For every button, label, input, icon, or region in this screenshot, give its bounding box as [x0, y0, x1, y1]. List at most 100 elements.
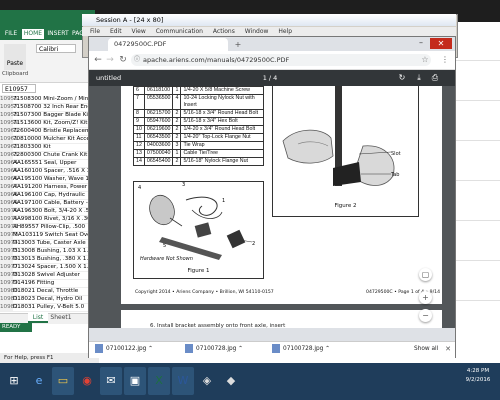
row-number[interactable]: 10963 — [0, 151, 18, 159]
cell-value[interactable]: 71803300 Kit — [13, 144, 51, 150]
cell-value[interactable]: D18031 Pulley, V-Belt 5.0 — [13, 304, 84, 310]
row-number[interactable]: 10980 — [0, 287, 18, 295]
system-clock[interactable]: 4:28 PM 9/2/2016 — [458, 367, 498, 395]
cell-value[interactable]: D13003 Tube, Caster Axle — [13, 240, 86, 246]
cell-value[interactable]: AA197100 Cable, Battery - 2 — [13, 200, 93, 206]
zoom-out-icon[interactable]: − — [419, 309, 432, 322]
page-info-icon[interactable]: ⓘ — [134, 56, 141, 64]
row-number[interactable]: 10970 — [0, 207, 18, 215]
cell-value[interactable]: D14196 Fitting — [13, 280, 54, 286]
session-menu-communication[interactable]: Communication — [156, 28, 203, 35]
row-number[interactable]: 10976 — [0, 255, 18, 263]
cell-value[interactable]: AA160100 Spacer, .516 X 1.5 — [13, 168, 95, 174]
row-number[interactable]: 10965 — [0, 167, 18, 175]
rotate-icon[interactable]: ↻ — [395, 70, 409, 86]
excel-tab-home[interactable]: HOME — [22, 29, 44, 39]
row-number[interactable]: 10960 — [0, 127, 18, 135]
cell-value[interactable]: MA103119 Switch Seat Over — [13, 232, 93, 238]
cell-value[interactable]: 71508700 32 Inch Rear Engine — [13, 104, 95, 110]
row-number[interactable]: 10969 — [0, 199, 18, 207]
row-number[interactable]: 10956 — [0, 95, 18, 103]
outlook-icon[interactable]: ✉ — [100, 367, 122, 395]
cell-value[interactable]: AA191200 Harness, Power C — [13, 184, 93, 190]
cell-value[interactable]: D13024 Spacer, 1.500 X 1. — [13, 264, 89, 270]
app-icon[interactable]: ◆ — [220, 367, 242, 395]
back-arrow-icon[interactable]: ← — [92, 54, 104, 66]
row-number[interactable]: 10982 — [0, 303, 18, 311]
cell-value[interactable]: 72600400 Bristle Replacement — [13, 128, 95, 134]
minimize-icon[interactable]: – — [415, 38, 427, 48]
close-shelf-icon[interactable]: ✕ — [443, 343, 453, 355]
row-number[interactable]: 10966 — [0, 175, 18, 183]
start-button-icon[interactable]: ⊞ — [3, 367, 25, 395]
download-item[interactable]: 07100122.jpg ⌃ — [95, 343, 153, 355]
cell-value[interactable]: D13013 Bushing, .380 X 1. — [13, 256, 88, 262]
row-number[interactable]: 10968 — [0, 191, 18, 199]
row-number[interactable]: 10961 — [0, 135, 18, 143]
excel-tab-file[interactable]: FILE — [2, 29, 20, 39]
cell-value[interactable]: AA196100 Cap, Hydraulic — [13, 192, 85, 198]
session-menu-edit[interactable]: Edit — [110, 28, 122, 35]
bookmark-star-icon[interactable]: ☆ — [420, 54, 430, 66]
terminal-icon[interactable]: ▣ — [124, 367, 146, 395]
spreadsheet-row[interactable]: 10982D18031 Pulley, V-Belt 5.0 — [0, 303, 95, 312]
session-menu-window[interactable]: Window — [245, 28, 269, 35]
cell-value[interactable]: AA998100 Rivet, 3/16 X .300 — [13, 216, 94, 222]
cell-value[interactable]: AA196300 Bolt, 3/4-20 X .50 — [13, 208, 93, 214]
row-number[interactable]: 10957 — [0, 103, 18, 111]
row-number[interactable]: 10975 — [0, 247, 18, 255]
cell-value[interactable]: AA165551 Seal, Upper — [13, 160, 76, 166]
row-number[interactable]: 10967 — [0, 183, 18, 191]
cell-value[interactable]: 72800300 Chute Crank Kit — [13, 152, 87, 158]
name-box[interactable]: E10957 — [2, 84, 36, 93]
session-menu-file[interactable]: File — [90, 28, 100, 35]
row-number[interactable]: 10973 — [0, 231, 18, 239]
reload-icon[interactable]: ↻ — [117, 54, 129, 66]
pdf-page-indicator[interactable]: 1 / 4 — [255, 70, 285, 86]
forward-arrow-icon[interactable]: → — [104, 54, 116, 66]
download-item[interactable]: 07100728.jpg ⌃ — [185, 343, 243, 355]
app-icon[interactable]: ◈ — [196, 367, 218, 395]
sheet-tab-sheet1[interactable]: Sheet1 — [50, 313, 72, 323]
row-number[interactable]: 10972 — [0, 223, 18, 231]
excel-taskbar-icon[interactable]: X — [148, 367, 170, 395]
sheet-tab-list[interactable]: List — [28, 313, 48, 323]
address-bar[interactable]: apache.ariens.com/manuals/04729500C.PDF — [131, 54, 431, 66]
cell-value[interactable]: D13028 Swivel Adjuster — [13, 272, 80, 278]
word-taskbar-icon[interactable]: W — [172, 367, 194, 395]
cell-value[interactable]: AH89557 Pillow-Clip, .500 — [13, 224, 85, 230]
download-item[interactable]: 07100728.jpg ⌃ — [272, 343, 330, 355]
excel-tab-insert[interactable]: INSERT — [46, 29, 70, 39]
close-icon[interactable]: ✕ — [430, 38, 452, 49]
row-number[interactable]: 10974 — [0, 239, 18, 247]
cell-value[interactable]: D18023 Decal, Hydro Oil — [13, 296, 82, 302]
cell-value[interactable]: 71507300 Bagger Blade Kit — [13, 112, 90, 118]
chrome-taskbar-icon[interactable]: ◉ — [76, 367, 98, 395]
show-all-downloads-link[interactable]: Show all — [414, 343, 440, 355]
cell-value[interactable]: 71513600 Kit, Zoom/Z! Kit — [13, 120, 88, 126]
row-number[interactable]: 10981 — [0, 295, 18, 303]
fit-page-icon[interactable]: ▢ — [419, 268, 432, 281]
zoom-in-icon[interactable]: + — [419, 291, 432, 304]
session-menu-view[interactable]: View — [132, 28, 146, 35]
cell-value[interactable]: AA195100 Washer, Wave 1 — [13, 176, 89, 182]
row-number[interactable]: 10959 — [0, 119, 18, 127]
session-menu-actions[interactable]: Actions — [213, 28, 235, 35]
font-name-select[interactable]: Calibri — [36, 44, 76, 53]
row-number[interactable]: 10958 — [0, 111, 18, 119]
row-number[interactable]: 10977 — [0, 263, 18, 271]
cell-value[interactable]: D18021 Decal, Throttle — [13, 288, 78, 294]
cell-value[interactable]: 70810000 Mulcher Kit Access — [13, 136, 95, 142]
file-explorer-icon[interactable]: ▭ — [52, 367, 74, 395]
browser-tab[interactable]: 04729500C.PDF — [108, 38, 228, 51]
cell-value[interactable]: 71508300 Mini-Zoom / Mini — [13, 96, 90, 102]
cell-value[interactable]: D13008 Bushing, 1.03 X 1. — [13, 248, 88, 254]
chrome-menu-icon[interactable]: ⋮ — [440, 54, 450, 66]
row-number[interactable]: 10971 — [0, 215, 18, 223]
new-tab-icon[interactable]: + — [232, 40, 244, 49]
row-number[interactable]: 10979 — [0, 279, 18, 287]
paste-button[interactable]: Paste — [4, 44, 26, 70]
ie-icon[interactable]: e — [28, 367, 50, 395]
row-number[interactable]: 10964 — [0, 159, 18, 167]
print-icon[interactable]: ⎙ — [428, 70, 442, 86]
